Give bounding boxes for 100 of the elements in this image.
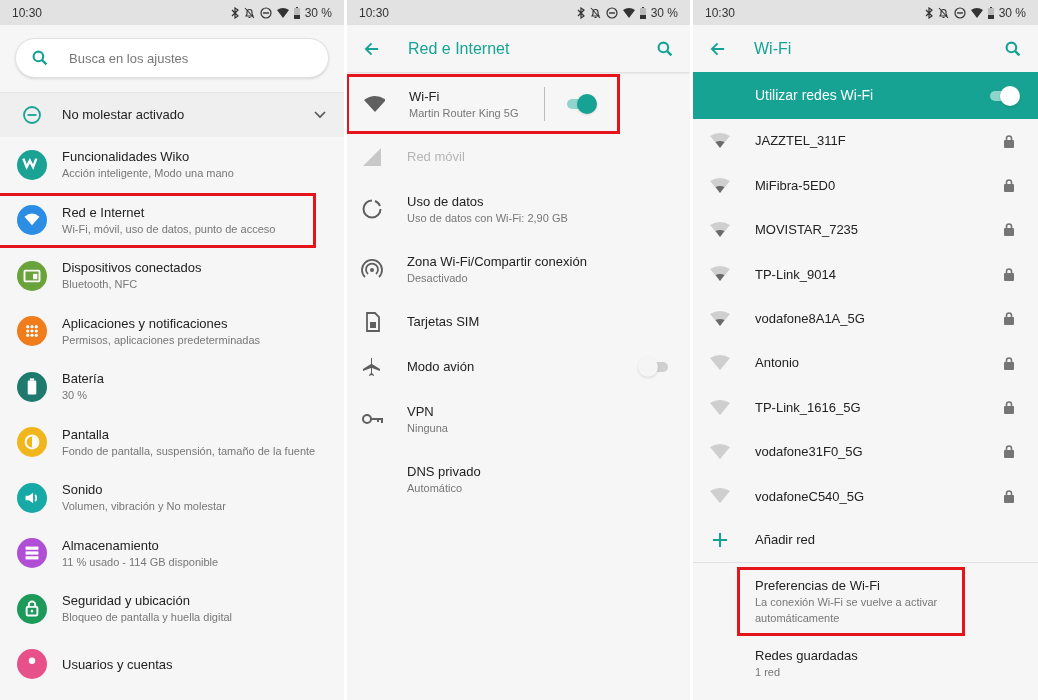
airplane-icon: [361, 355, 383, 378]
network-item[interactable]: MiFibra-5ED0: [693, 163, 1038, 208]
item-title: Aplicaciones y notificaciones: [62, 314, 229, 332]
wifi-signal-icon: [709, 442, 731, 461]
item-title: Pantalla: [62, 425, 110, 443]
settings-item[interactable]: Dispositivos conectados Bluetooth, NFC: [0, 248, 344, 304]
item-title: Seguridad y ubicación: [62, 592, 191, 610]
item-title: VPN: [407, 402, 435, 420]
wifi-signal-icon: [709, 309, 731, 328]
network-name: vodafone31F0_5G: [755, 443, 863, 462]
item-subtitle: Volumen, vibración y No molestar: [62, 499, 226, 515]
settings-item[interactable]: Almacenamiento 11 % usado - 114 GB disponible: [0, 525, 344, 581]
network-item[interactable]: TP-Link_9014: [693, 252, 1038, 297]
search-icon: [657, 40, 673, 57]
settings-item[interactable]: Wi-Fi Martin Router King 5G: [347, 74, 620, 134]
item-subtitle: 30 %: [62, 388, 89, 404]
network-name: Antonio: [755, 354, 800, 373]
item-subtitle: Bloqueo de pantalla y huella digital: [62, 610, 233, 626]
item-subtitle: Bluetooth, NFC: [62, 277, 139, 293]
settings-item[interactable]: Usuarios y cuentas: [0, 636, 344, 692]
settings-item[interactable]: Modo avión: [347, 344, 690, 389]
search-button[interactable]: [1005, 40, 1021, 57]
settings-item[interactable]: Pantalla Fondo de pantalla, suspensión, tamaño de la fuente: [0, 414, 344, 470]
settings-item[interactable]: DNS privado Automático: [347, 449, 690, 509]
data-usage-icon: [361, 198, 383, 220]
item-title: Almacenamiento: [62, 536, 160, 554]
do-not-disturb-icon: [953, 6, 966, 19]
settings-item[interactable]: Sonido Volumen, vibración y No molestar: [0, 470, 344, 526]
network-item[interactable]: Antonio: [693, 340, 1038, 386]
item-title: Red e Internet: [62, 203, 146, 221]
item-title: Zona Wi-Fi/Compartir conexión: [407, 252, 587, 270]
item-title: Modo avión: [407, 358, 475, 375]
network-name: MiFibra-5ED0: [755, 176, 836, 195]
item-title: Usuarios y cuentas: [62, 655, 173, 673]
settings-item[interactable]: Tarjetas SIM: [347, 299, 690, 344]
network-item[interactable]: vodafone8A1A_5G: [693, 296, 1038, 341]
item-subtitle: Martin Router King 5G: [409, 105, 519, 121]
settings-item[interactable]: Redes guardadas 1 red: [737, 639, 1038, 687]
item-title: Tarjetas SIM: [407, 313, 480, 330]
toggle-switch[interactable]: [638, 356, 670, 377]
network-item[interactable]: vodafone31F0_5G: [693, 429, 1038, 475]
settings-item[interactable]: Uso de datos Uso de datos con Wi-Fi: 2,90 GB: [347, 179, 690, 239]
plus-icon: [713, 533, 727, 547]
item-title: Batería: [62, 370, 104, 388]
hotspot-icon: [361, 258, 383, 280]
network-name: vodafone8A1A_5G: [755, 310, 865, 328]
network-name: JAZZTEL_311F: [755, 132, 846, 151]
switch-label: Utilizar redes Wi-Fi: [755, 86, 874, 105]
settings-item[interactable]: Zona Wi-Fi/Compartir conexión Desactivado: [347, 239, 690, 299]
wifi-signal-icon: [622, 7, 635, 18]
do-not-disturb-icon: [259, 6, 272, 19]
screen-title: Red e Internet: [408, 38, 510, 59]
do-not-disturb-icon: [22, 105, 42, 125]
item-subtitle: La conexión Wi-Fi se vuelve a activar automáticamente: [755, 594, 939, 626]
item-title: DNS privado: [407, 462, 481, 480]
battery-percent: 30 %: [304, 4, 332, 22]
battery-icon: [639, 6, 646, 19]
settings-item[interactable]: Funcionalidades Wiko Acción inteligente, Modo una mano: [0, 137, 344, 193]
settings-item[interactable]: Aplicaciones y notificaciones Permisos, aplicaciones predeterminadas: [0, 303, 344, 359]
network-item[interactable]: JAZZTEL_311F: [693, 119, 1038, 164]
settings-item[interactable]: Seguridad y ubicación Bloqueo de pantalla y huella digital: [0, 581, 344, 637]
item-title: Añadir red: [755, 531, 815, 550]
settings-item[interactable]: Red e Internet Wi-Fi, móvil, uso de datos, punto de acceso: [0, 192, 316, 248]
network-name: TP-Link_9014: [755, 265, 836, 284]
dnd-banner[interactable]: No molestar activado: [0, 93, 344, 137]
battery-icon: [293, 6, 300, 19]
bluetooth-icon: [230, 6, 239, 19]
item-title: Dispositivos conectados: [62, 259, 202, 277]
network-item[interactable]: TP-Link_1616_5G: [693, 385, 1038, 430]
muted-bell-icon: [937, 6, 949, 19]
back-arrow-icon: [710, 40, 726, 57]
search-button[interactable]: [657, 40, 673, 57]
add-network-item[interactable]: Añadir red: [693, 518, 1038, 563]
clock-time: 10:30: [359, 4, 390, 22]
item-title: Preferencias de Wi-Fi: [755, 576, 881, 594]
toggle-switch[interactable]: [988, 85, 1020, 106]
bluetooth-icon: [576, 6, 585, 19]
clock-time: 10:30: [705, 4, 736, 22]
battery-percent: 30 %: [998, 4, 1026, 22]
network-name: vodafoneC540_5G: [755, 487, 865, 506]
dnd-label: No molestar activado: [62, 106, 185, 125]
do-not-disturb-icon: [605, 6, 618, 19]
item-title: Sonido: [62, 481, 104, 499]
clock-time: 10:30: [12, 4, 43, 22]
item-title: Uso de datos: [407, 192, 485, 210]
wifi-signal-icon: [709, 398, 731, 417]
network-name: TP-Link_1616_5G: [755, 398, 861, 417]
back-arrow-icon: [364, 40, 380, 57]
item-title: Red móvil: [407, 148, 465, 165]
settings-item[interactable]: Batería 30 %: [0, 359, 344, 415]
network-item[interactable]: MOVISTAR_7235: [693, 207, 1038, 253]
toggle-switch[interactable]: [565, 94, 597, 114]
network-item[interactable]: vodafoneC540_5G: [693, 474, 1038, 519]
muted-bell-icon: [243, 6, 255, 19]
item-subtitle: Desactivado: [407, 270, 469, 286]
item-subtitle: Wi-Fi, móvil, uso de datos, punto de acceso: [62, 221, 276, 237]
settings-item[interactable]: Preferencias de Wi-Fi La conexión Wi-Fi se vuelve a activar automáticamente: [737, 566, 965, 636]
wifi-signal-icon: [970, 7, 983, 18]
settings-item[interactable]: VPN Ninguna: [347, 389, 690, 449]
search-field[interactable]: Busca en los ajustes: [15, 38, 329, 78]
